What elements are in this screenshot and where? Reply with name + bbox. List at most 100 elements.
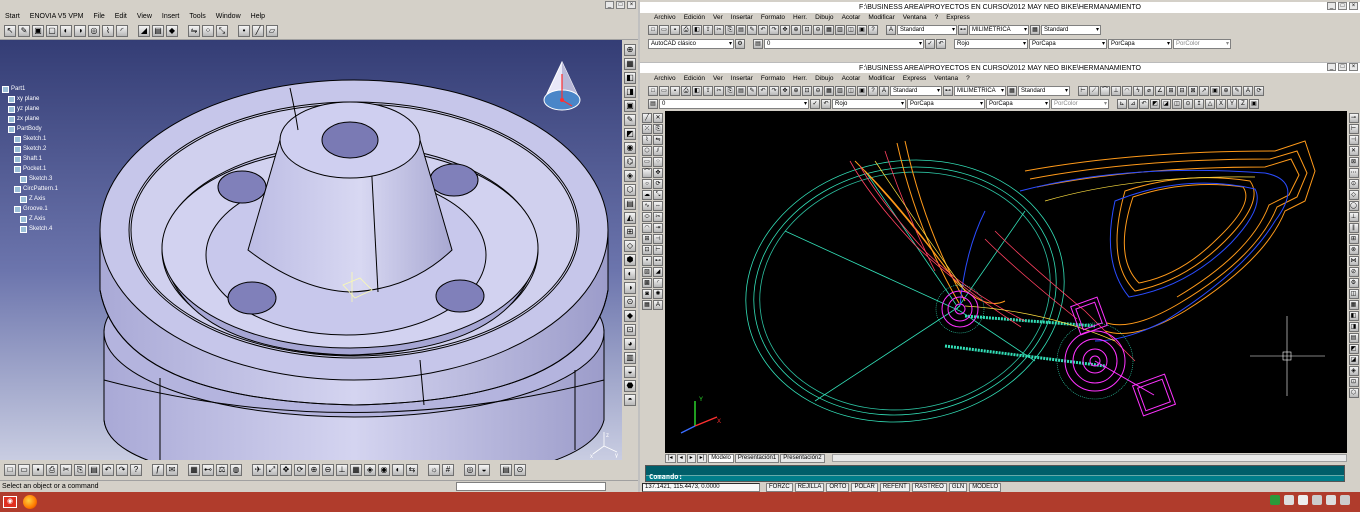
catia-3d-viewport[interactable]: z y x Part1 xy plane yz plane zx plane PartB… (0, 40, 622, 460)
snap-per-icon[interactable]: ⊥ (1348, 212, 1359, 222)
layer-manager-icon[interactable]: ▤ (648, 99, 658, 109)
menu-item-1[interactable]: Edición (680, 75, 709, 82)
preview-icon[interactable]: ◧ (692, 25, 702, 35)
mirror-icon[interactable]: ⇋ (188, 24, 200, 37)
material-icon[interactable]: ◒ (478, 464, 490, 476)
undo-icon[interactable]: ↶ (758, 86, 768, 96)
make-block-icon[interactable]: ⊡ (642, 245, 652, 255)
catia-command-input[interactable] (456, 482, 606, 491)
menu-item-6[interactable]: Dibujo (811, 14, 837, 21)
maximize-icon[interactable]: □ (1338, 2, 1347, 10)
snap-end-icon[interactable]: ⊢ (1348, 124, 1359, 134)
layer-manager-icon[interactable]: ▤ (753, 39, 763, 49)
zoom-window-icon[interactable]: ⊡ (802, 25, 812, 35)
status-snap[interactable]: FORZC (766, 482, 793, 492)
menu-item-5[interactable]: Insert (157, 13, 185, 20)
tool-palette-icon[interactable]: ◫ (846, 25, 856, 35)
zoom-window-icon[interactable]: ⊡ (802, 86, 812, 96)
inner-dim-style-select[interactable]: MILIMETRICA (954, 86, 1006, 96)
copy-icon[interactable]: ⎘ (653, 124, 663, 134)
maximize-icon[interactable]: □ (1338, 63, 1347, 71)
zoom-prev-icon[interactable]: ⊖ (813, 25, 823, 35)
network-icon[interactable] (1298, 495, 1308, 505)
ellipse-icon[interactable]: ⬭ (642, 212, 652, 222)
menu-item-1[interactable]: ENOVIA V5 VPM (25, 13, 89, 20)
polyline-icon[interactable]: ⌇ (642, 135, 652, 145)
array-icon[interactable]: ⁘ (653, 157, 663, 167)
menu-item-11[interactable]: Express (942, 14, 973, 21)
dim-jogged-icon[interactable]: ϟ (1133, 86, 1143, 96)
chamfer-icon[interactable]: ◢ (138, 24, 150, 37)
tool-icon[interactable]: ▤ (1348, 333, 1359, 343)
status-osnap[interactable]: REFENT (879, 482, 910, 492)
inner-layer-select[interactable]: 0 (659, 99, 809, 109)
tab-layout1[interactable]: Presentación1 (734, 453, 780, 463)
minimize-icon[interactable]: _ (1327, 63, 1336, 71)
sketch-analysis-icon[interactable]: ⊙ (514, 464, 526, 476)
zoom-out-icon[interactable]: ⊖ (322, 464, 334, 476)
copy-icon[interactable]: ⎘ (74, 464, 86, 476)
tray-icon[interactable] (1270, 495, 1280, 505)
menu-item-0[interactable]: Start (0, 13, 25, 20)
offset-icon[interactable]: ⫽ (653, 146, 663, 156)
undo-icon[interactable]: ↶ (758, 25, 768, 35)
properties-icon[interactable]: ▦ (824, 86, 834, 96)
table-icon[interactable]: ▦ (642, 300, 652, 310)
close-icon[interactable]: × (627, 1, 636, 9)
snap-icon[interactable]: ⊸ (1348, 113, 1359, 123)
plotstyle-select[interactable]: PorColor (1173, 39, 1231, 49)
menu-item-3[interactable]: Insertar (727, 75, 757, 82)
plane-icon[interactable]: ▱ (266, 24, 278, 37)
status-polar[interactable]: POLAR (851, 482, 878, 492)
publish-icon[interactable]: ⇪ (703, 86, 713, 96)
save-icon[interactable]: ▪ (670, 25, 680, 35)
maximize-icon[interactable]: □ (616, 1, 625, 9)
dim-update-icon[interactable]: ⟳ (1254, 86, 1264, 96)
battery-icon[interactable] (1312, 495, 1322, 505)
tab-nav-icon[interactable]: |◂ (665, 453, 676, 463)
zoom-prev-icon[interactable]: ⊖ (813, 86, 823, 96)
tool-icon[interactable]: ✎ (624, 114, 636, 126)
tool-palette-icon[interactable]: ◫ (846, 86, 856, 96)
sketch-icon[interactable]: ✎ (18, 24, 30, 37)
taskbar-app-icon[interactable]: ◉ (0, 493, 20, 511)
gradient-icon[interactable]: ▩ (642, 278, 652, 288)
copy-icon[interactable]: ⎘ (725, 25, 735, 35)
tool-icon[interactable]: ◧ (1348, 311, 1359, 321)
menu-item-7[interactable]: Acotar (838, 75, 865, 82)
print-icon[interactable]: ⎙ (681, 86, 691, 96)
snap-ext-icon[interactable]: ⋯ (1348, 168, 1359, 178)
tool-icon[interactable]: ◭ (624, 212, 636, 224)
match-icon[interactable]: ✎ (747, 86, 757, 96)
new-icon[interactable]: □ (4, 464, 16, 476)
snap-near-icon[interactable]: ⋈ (1348, 256, 1359, 266)
draft-icon[interactable]: ◆ (166, 24, 178, 37)
tool-icon[interactable]: ◪ (1348, 355, 1359, 365)
open-icon[interactable]: ▭ (659, 25, 669, 35)
inner-plotstyle-select[interactable]: PorColor (1051, 99, 1109, 109)
tree-node[interactable]: Pocket.1 (2, 164, 58, 174)
tool-icon[interactable]: ⊡ (624, 324, 636, 336)
grid-icon[interactable]: # (442, 464, 454, 476)
inner-linetype-select[interactable]: PorCapa (907, 99, 985, 109)
tool-icon[interactable]: ◈ (624, 170, 636, 182)
dim-radius-icon[interactable]: ◠ (1122, 86, 1132, 96)
workspace-select[interactable]: AutoCAD clásico (648, 39, 734, 49)
linetype-select[interactable]: PorCapa (1029, 39, 1107, 49)
join-icon[interactable]: ⊷ (653, 256, 663, 266)
tool-icon[interactable]: ⊞ (624, 226, 636, 238)
menu-item-10[interactable]: ? (931, 14, 943, 21)
close-icon[interactable]: × (1349, 63, 1358, 71)
inner-table-style-select[interactable]: Standard (1018, 86, 1070, 96)
pocket-icon[interactable]: ▢ (46, 24, 58, 37)
spline-icon[interactable]: ∿ (642, 201, 652, 211)
fillet-icon[interactable]: ◜ (116, 24, 128, 37)
menu-item-3[interactable]: Insertar (727, 14, 757, 21)
menu-item-3[interactable]: Edit (110, 13, 132, 20)
tree-node[interactable]: CircPattern.1 (2, 184, 58, 194)
tool-icon[interactable]: ◧ (624, 72, 636, 84)
tree-node[interactable]: xy plane (2, 94, 58, 104)
tool-icon[interactable]: ▥ (624, 352, 636, 364)
tool-icon[interactable]: ⬡ (1348, 388, 1359, 398)
tool-icon[interactable]: ▤ (624, 198, 636, 210)
